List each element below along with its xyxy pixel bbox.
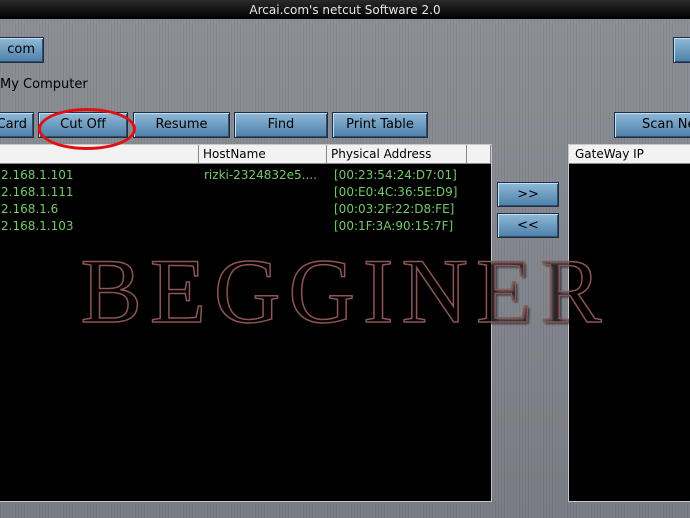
remove-from-gateway-button[interactable]: << — [497, 213, 559, 238]
row-ip: 2.168.1.103 — [1, 219, 74, 233]
print-table-button[interactable]: Print Table — [332, 112, 428, 138]
row-hostname: rizki-2324832e5.... — [204, 168, 317, 182]
find-button[interactable]: Find — [234, 112, 328, 138]
row-ip: 2.168.1.6 — [1, 202, 59, 216]
window-title: Arcai.com's netcut Software 2.0 — [249, 3, 441, 17]
table-row[interactable]: 2.168.1.111 [00:E0:4C:36:5E:D9] — [0, 184, 491, 201]
top-right-button[interactable] — [673, 37, 690, 63]
resume-button[interactable]: Resume — [133, 112, 230, 138]
card-button[interactable]: Card — [0, 112, 34, 138]
col-header-filler — [467, 145, 491, 164]
col-header-physical-address[interactable]: Physical Address — [327, 145, 467, 164]
row-mac: [00:1F:3A:90:15:7F] — [334, 219, 454, 233]
row-mac: [00:03:2F:22:D8:FE] — [334, 202, 455, 216]
window-title-bar: Arcai.com's netcut Software 2.0 — [0, 0, 690, 20]
row-mac: [00:23:54:24:D7:01] — [334, 168, 457, 182]
com-button[interactable]: com — [0, 37, 44, 63]
row-mac: [00:E0:4C:36:5E:D9] — [334, 185, 458, 199]
row-ip: 2.168.1.111 — [1, 185, 74, 199]
table-row[interactable]: 2.168.1.103 [00:1F:3A:90:15:7F] — [0, 218, 491, 235]
scan-network-button[interactable]: Scan Ne — [614, 112, 690, 138]
row-ip: 2.168.1.101 — [1, 168, 74, 182]
adapter-label: My Computer — [0, 77, 88, 92]
col-header-gateway-ip[interactable]: GateWay IP — [569, 145, 690, 164]
col-header-hostname[interactable]: HostName — [199, 145, 327, 164]
table-row[interactable]: 2.168.1.101 rizki-2324832e5.... [00:23:5… — [0, 167, 491, 184]
add-to-gateway-button[interactable]: >> — [497, 182, 559, 207]
cut-off-highlight-circle — [38, 108, 136, 150]
table-row[interactable]: 2.168.1.6 [00:03:2F:22:D8:FE] — [0, 201, 491, 218]
watermark-text: BEGGINER — [80, 239, 610, 343]
